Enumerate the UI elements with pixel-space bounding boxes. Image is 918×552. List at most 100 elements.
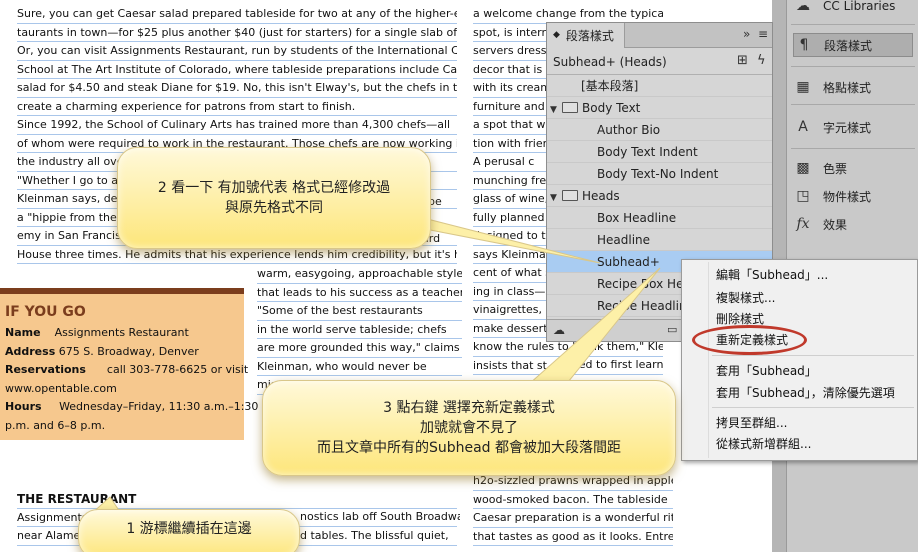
cc-libraries-icon[interactable]: ☁ (553, 323, 565, 337)
menu-item-duplicate-style[interactable]: 複製樣式... (716, 288, 775, 308)
dock-item-grid-styles[interactable]: ▦ 格點樣式 (793, 75, 913, 99)
dock-item-effects[interactable]: fx 效果 (793, 212, 913, 236)
text-column-2[interactable]: warm, easygoing, approachable style that… (257, 265, 462, 395)
text-line: in the world serve tableside; chefs (257, 321, 462, 339)
menu-item-apply-clear-overrides[interactable]: 套用「Subhead」，清除優先選項 (716, 383, 895, 403)
style-item-label: Box Headline (597, 211, 677, 225)
style-item-body-text-no-indent[interactable]: Body Text-No Indent (547, 163, 772, 185)
style-item-label: Recipe Headlin (597, 299, 687, 313)
folder-icon (562, 190, 578, 201)
dock-item-label: 格點樣式 (823, 80, 872, 95)
callout-text: 與原先格式不同 (225, 200, 323, 216)
style-item-basic-paragraph[interactable]: [基本段落] (547, 75, 772, 97)
info-value: 675 S. Broadway, Denver (58, 344, 199, 358)
info-box[interactable]: IF YOU GO Name Assignments Restaurant Ad… (0, 288, 258, 440)
style-item-headline[interactable]: Headline (547, 229, 772, 251)
style-group-label: Body Text (582, 101, 641, 115)
callout-text: 3 點右鍵 選擇充新定義樣式 (383, 400, 555, 416)
new-group-folder-icon[interactable]: ▭ (667, 323, 677, 336)
menu-item-copy-to-group[interactable]: 拷貝至群組... (716, 413, 787, 433)
disclosure-triangle-icon[interactable]: ▼ (550, 187, 562, 206)
text-line: a welcome change from the typical hot (473, 5, 663, 24)
style-group-heads[interactable]: ▼ Heads (547, 185, 772, 207)
dock-item-cc-libraries[interactable]: ☁ CC Libraries (793, 0, 913, 18)
text-line: Or, you can visit Assignments Restaurant… (17, 42, 457, 61)
menu-icon-gutter (708, 262, 709, 458)
annotation-callout-2: 2 看一下 有加號代表 格式已經修改過 與原先格式不同 (117, 147, 431, 249)
effects-icon: fx (796, 216, 810, 232)
text-line: Kleinman, who would never be (257, 358, 462, 376)
menu-divider (712, 355, 914, 356)
callout-text: 1 游標繼續插在這邊 (126, 521, 252, 537)
style-item-box-headline[interactable]: Box Headline (547, 207, 772, 229)
info-row-website: www.opentable.com (5, 381, 117, 395)
dock-item-label: 物件樣式 (823, 189, 872, 204)
dock-divider (791, 66, 915, 67)
annotation-callout-1: 1 游標繼續插在這邊 (78, 509, 300, 552)
collapse-toggle-icon[interactable]: ◆ (553, 30, 560, 40)
text-line: that tastes as good as it looks. Entrees… (473, 528, 673, 546)
info-box-title: IF YOU GO (5, 304, 86, 320)
paragraph-styles-icon: ¶ (799, 37, 809, 53)
text-fragment: be (428, 195, 442, 208)
info-row-hours-cont: p.m. and 6–8 p.m. (5, 418, 106, 432)
style-item-label: Recipe Box He (597, 277, 684, 291)
tab-paragraph-styles[interactable]: ◆ 段落樣式 (547, 23, 625, 48)
style-item-label: Body Text Indent (597, 145, 698, 159)
highlight-ring (692, 325, 807, 355)
text-column-5[interactable]: h2o-sizzled prawns wrapped in apple- woo… (473, 472, 673, 546)
dock-item-swatches[interactable]: ▩ 色票 (793, 156, 913, 180)
callout-text: 2 看一下 有加號代表 格式已經修改過 (157, 180, 391, 196)
dock-item-character-styles[interactable]: A 字元樣式 (793, 115, 913, 139)
lightning-icon[interactable]: ϟ (757, 53, 766, 68)
disclosure-triangle-icon[interactable]: ▼ (550, 99, 562, 118)
text-fragment: d tables. The blissful quiet, (300, 529, 449, 542)
text-line: "Some of the best restaurants (257, 302, 462, 321)
menu-item-edit-style[interactable]: 編輯「Subhead」... (716, 265, 828, 285)
panel-menu-icon[interactable]: ≡ (758, 27, 768, 41)
grid-styles-icon: ▦ (796, 79, 810, 95)
info-row-reservations: Reservations call 303-778-6625 or visit (5, 361, 248, 380)
collapse-panel-icon[interactable]: » (743, 27, 750, 41)
style-group-body-text[interactable]: ▼ Body Text (547, 97, 772, 119)
folder-icon (562, 102, 578, 113)
text-line: taurants in town—for $25 plus another $4… (17, 24, 457, 42)
dock-item-label: 段落樣式 (824, 38, 873, 53)
dock-item-label: 效果 (823, 217, 848, 232)
text-fragment: eed to first learn (572, 358, 664, 371)
style-item-label: Subhead+ (597, 255, 660, 269)
callout-text: 而且文章中所有的Subhead 都會被加大段落間距 (316, 440, 622, 456)
dock-item-label: 字元樣式 (823, 120, 872, 135)
panel-tab-label: 段落樣式 (565, 28, 614, 43)
dock-divider (791, 104, 915, 105)
info-value: Wednesday–Friday, 11:30 a.m.–1:30 (59, 400, 259, 413)
info-value: Assignments Restaurant (54, 326, 189, 339)
info-row-address: Address 675 S. Broadway, Denver (5, 343, 240, 362)
text-line: Caesar preparation is a wonderful ritual (473, 509, 673, 528)
current-style-bar: Subhead+ (Heads) ⊞ ϟ (547, 49, 772, 75)
new-style-from-selection-icon[interactable]: ⊞ (737, 53, 748, 68)
text-fragment: nostics lab off South Broadway (300, 510, 460, 523)
info-row-name: Name Assignments Restaurant (5, 324, 240, 343)
style-context-menu: 編輯「Subhead」... 複製樣式... 刪除樣式 重新定義樣式 套用「Su… (681, 259, 918, 461)
dock-item-label: CC Libraries (823, 0, 896, 13)
style-item-body-text-indent[interactable]: Body Text Indent (547, 141, 772, 163)
dock-item-label: 色票 (823, 161, 848, 176)
dock-item-object-styles[interactable]: ◳ 物件樣式 (793, 184, 913, 208)
info-label: Address (5, 344, 56, 358)
object-styles-icon: ◳ (796, 188, 810, 204)
panel-tab-bar: ◆ 段落樣式 » ≡ (547, 23, 772, 48)
character-styles-icon: A (798, 119, 808, 135)
cc-libraries-icon: ☁ (796, 0, 810, 14)
text-line: create a charming experience for patrons… (17, 98, 457, 116)
style-item-author-bio[interactable]: Author Bio (547, 119, 772, 141)
info-row-hours: Hours Wednesday–Friday, 11:30 a.m.–1:30 (5, 398, 258, 417)
style-item-label: Author Bio (597, 123, 661, 137)
menu-item-new-group-from-styles[interactable]: 從樣式新增群組... (716, 434, 811, 454)
dock-divider (791, 148, 915, 149)
menu-item-apply-style[interactable]: 套用「Subhead」 (716, 361, 817, 381)
dock-item-paragraph-styles[interactable]: ¶ 段落樣式 (793, 33, 913, 57)
info-value: call 303-778-6625 or visit (106, 363, 249, 376)
text-line: School at The Art Institute of Colorado,… (17, 61, 457, 79)
text-line: that leads to his success as a teacher. (257, 284, 462, 302)
